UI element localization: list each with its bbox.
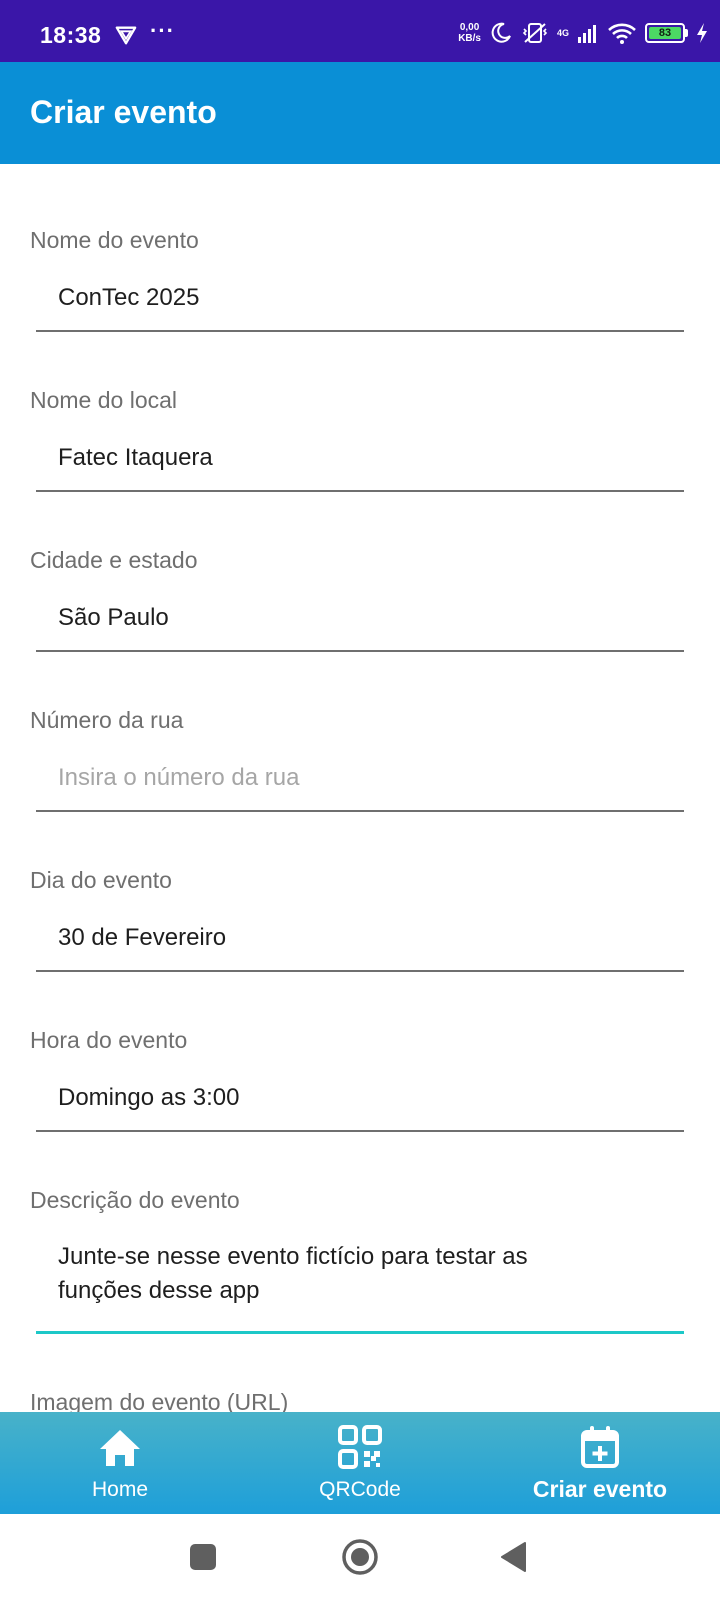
input-value: ConTec 2025 [58, 284, 200, 311]
field-event-time: Hora do evento Domingo as 3:00 [0, 964, 720, 1132]
nav-label: QRCode [319, 1478, 401, 1501]
recents-button[interactable] [181, 1535, 225, 1579]
page-title: Criar evento [30, 94, 217, 130]
input-value: São Paulo [58, 604, 169, 631]
battery-level: 83 [649, 27, 681, 39]
field-label: Dia do evento [30, 867, 172, 893]
nav-item-qrcode[interactable]: QRCode [240, 1412, 480, 1514]
vpn-icon [115, 26, 137, 45]
status-icons: 0,00 KB/s 4G 83 [458, 18, 708, 48]
venue-name-input[interactable]: Fatec Itaquera [36, 432, 684, 492]
field-venue-name: Nome do local Fatec Itaquera [0, 324, 720, 492]
battery-icon: 83 [645, 23, 688, 43]
city-state-input[interactable]: São Paulo [36, 592, 684, 652]
network-speed-unit: KB/s [458, 33, 481, 44]
signal-icon [578, 25, 596, 43]
nav-label: Home [91, 1478, 149, 1501]
field-event-name: Nome do evento ConTec 2025 [0, 164, 720, 332]
field-label: Cidade e estado [30, 547, 198, 573]
more-notifications-icon: ··· [150, 18, 175, 43]
do-not-disturb-moon-icon [491, 22, 511, 43]
bottom-navigation: Home QRCode Criar evento [0, 1412, 720, 1514]
event-description-input[interactable]: Junte-se nesse evento fictício para test… [36, 1232, 684, 1334]
status-time: 18:38 [40, 22, 102, 48]
system-navigation-bar [0, 1514, 720, 1600]
field-event-day: Dia do evento 30 de Fevereiro [0, 804, 720, 972]
circle-icon [342, 1539, 378, 1575]
field-label: Hora do evento [30, 1027, 188, 1053]
input-placeholder: Insira o número da rua [58, 764, 300, 791]
calendar-plus-icon [581, 1426, 619, 1468]
event-form: Nome do evento ConTec 2025 Nome do local… [0, 164, 720, 1412]
event-day-input[interactable]: 30 de Fevereiro [36, 912, 684, 972]
charging-bolt-icon [697, 23, 707, 43]
network-type: 4G [556, 28, 569, 38]
home-system-button[interactable] [338, 1535, 382, 1579]
field-street-number: Número da rua Insira o número da rua [0, 644, 720, 812]
field-label: Descrição do evento [30, 1187, 240, 1213]
field-label: Nome do local [30, 387, 178, 413]
back-triangle-icon [501, 1542, 526, 1572]
nav-label: Criar evento [532, 1476, 668, 1502]
app-bar: Criar evento [0, 62, 720, 164]
input-value: Fatec Itaquera [58, 444, 213, 471]
input-value: Junte-se nesse evento fictício para test… [58, 1243, 528, 1304]
field-label: Número da rua [30, 707, 184, 733]
field-label: Imagem do evento (URL) [30, 1389, 289, 1412]
nav-item-home[interactable]: Home [0, 1412, 240, 1514]
input-value: Domingo as 3:00 [58, 1084, 240, 1111]
event-time-input[interactable]: Domingo as 3:00 [36, 1072, 684, 1132]
nav-item-create-event[interactable]: Criar evento [480, 1412, 720, 1514]
home-icon [100, 1430, 140, 1466]
field-event-image-url: Imagem do evento (URL) [0, 1326, 720, 1412]
square-icon [190, 1544, 216, 1570]
qrcode-icon [338, 1425, 382, 1469]
wifi-icon [608, 23, 636, 44]
street-number-input[interactable]: Insira o número da rua [36, 752, 684, 812]
status-bar: 18:38 ··· 0,00 KB/s 4G 83 [0, 0, 720, 62]
event-name-input[interactable]: ConTec 2025 [36, 272, 684, 332]
input-value: 30 de Fevereiro [58, 924, 227, 951]
back-button[interactable] [492, 1535, 536, 1579]
network-speed-value: 0,00 [459, 22, 480, 33]
network-speed: 0,00 KB/s [458, 22, 481, 44]
vibrate-off-icon [522, 23, 548, 43]
field-label: Nome do evento [30, 227, 199, 253]
field-city-state: Cidade e estado São Paulo [0, 484, 720, 652]
field-event-description: Descrição do evento Junte-se nesse event… [0, 1124, 720, 1334]
